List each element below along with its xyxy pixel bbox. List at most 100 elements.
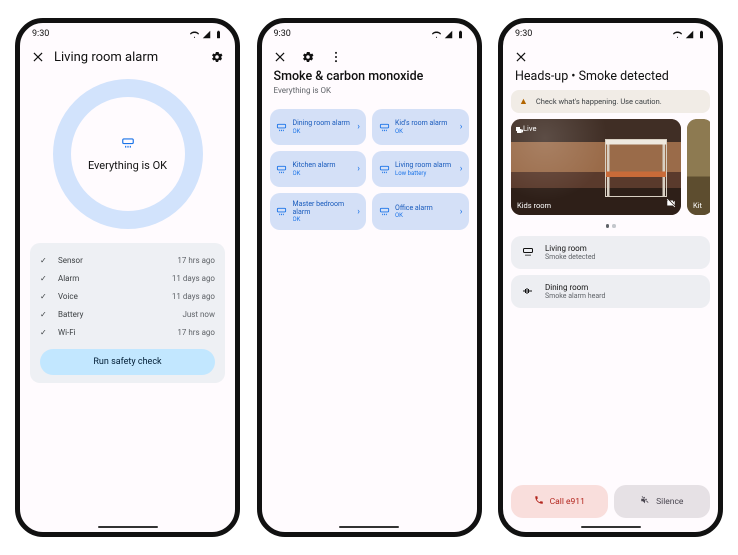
status-time: 9:30: [32, 29, 49, 39]
camera-icon: [516, 127, 520, 131]
wifi-icon: [673, 30, 682, 39]
alarm-status: OK: [293, 170, 353, 177]
check-icon: ✓: [40, 256, 50, 265]
page-heading: Smoke & carbon monoxide Everything is OK: [262, 69, 477, 101]
alarm-device-icon: [276, 164, 288, 175]
camera-tile[interactable]: Live Kids room: [511, 119, 681, 215]
alarm-device-icon: [276, 122, 288, 133]
more-icon[interactable]: [328, 49, 344, 65]
warning-icon: ▲: [519, 96, 528, 107]
status-text: Everything is OK: [88, 159, 167, 172]
battery-icon: [214, 30, 223, 39]
home-indicator[interactable]: [98, 526, 158, 528]
alarm-grid: Dining room alarmOK › Kid's room alarmOK…: [262, 101, 477, 238]
checks-card: ✓ Sensor 17 hrs ago ✓Alarm 11 days ago ✓ V…: [30, 243, 225, 383]
close-icon[interactable]: [513, 49, 529, 65]
chevron-right-icon: ›: [357, 164, 360, 174]
home-indicator[interactable]: [581, 526, 641, 528]
check-row: ✓Battery Just now: [40, 305, 215, 323]
check-label: Voice: [58, 292, 78, 301]
status-bar: 9:30: [20, 23, 235, 45]
detection-status: Smoke detected: [545, 253, 596, 261]
pager-dots[interactable]: [511, 224, 710, 228]
check-row: ✓ Voice 11 days ago: [40, 287, 215, 305]
camera-tile-peek[interactable]: Kit: [687, 119, 710, 215]
alarm-name: Kitchen alarm: [293, 161, 353, 169]
close-icon[interactable]: [272, 49, 288, 65]
status-icons: [673, 30, 706, 39]
header: [262, 45, 477, 69]
header: [503, 45, 718, 69]
alarm-name: Dining room alarm: [293, 119, 353, 127]
chevron-right-icon: ›: [460, 122, 463, 132]
alarm-device-icon: [521, 246, 535, 258]
check-icon: ✓: [40, 328, 50, 337]
camera-row[interactable]: Live Kids room Kit: [511, 119, 710, 215]
body: ▲ Check what's happening. Use caution. L…: [503, 90, 718, 532]
chevron-right-icon: ›: [460, 207, 463, 217]
phone-icon: [534, 495, 544, 508]
check-label: Battery: [58, 310, 83, 319]
check-time: 17 hrs ago: [177, 256, 215, 265]
alarm-name: Kid's room alarm: [395, 119, 455, 127]
camera-room-label: Kids room: [517, 201, 551, 210]
settings-icon[interactable]: [209, 49, 225, 65]
alarm-status: OK: [293, 216, 353, 223]
wifi-icon: [190, 30, 199, 39]
live-label: Live: [523, 124, 536, 133]
wifi-icon: [432, 30, 441, 39]
alarm-name: Office alarm: [395, 204, 455, 212]
status-circle: Everything is OK: [53, 79, 203, 229]
warning-banner: ▲ Check what's happening. Use caution.: [511, 90, 710, 113]
home-indicator[interactable]: [339, 526, 399, 528]
detection-card[interactable]: Dining room Smoke alarm heard: [511, 275, 710, 308]
action-row: Call e911 Silence: [511, 485, 710, 532]
close-icon[interactable]: [30, 49, 46, 65]
pager-dot[interactable]: [612, 224, 616, 228]
detection-room: Dining room: [545, 283, 605, 292]
page-title: Heads-up • Smoke detected: [515, 69, 706, 84]
status-bar: 9:30: [262, 23, 477, 45]
alarm-card[interactable]: Living room alarmLow battery ›: [372, 151, 469, 187]
alarm-device-icon: [378, 206, 390, 217]
battery-icon: [697, 30, 706, 39]
camera-off-icon: [666, 198, 676, 210]
alarm-device-icon: [276, 206, 288, 217]
check-icon: ✓: [40, 292, 50, 301]
signal-icon: [444, 30, 453, 39]
check-time: 17 hrs ago: [177, 328, 215, 337]
run-safety-check-button[interactable]: Run safety check: [40, 349, 215, 375]
page-title: Living room alarm: [54, 50, 201, 65]
chevron-right-icon: ›: [357, 207, 360, 217]
page-subtitle: Everything is OK: [274, 86, 465, 95]
live-badge: Live: [516, 124, 536, 133]
check-icon: ✓: [40, 274, 50, 283]
mute-icon: [640, 495, 650, 508]
alarm-card[interactable]: Dining room alarmOK ›: [270, 109, 367, 145]
detection-card[interactable]: Living room Smoke detected: [511, 236, 710, 269]
alarm-name: Master bedroom alarm: [293, 200, 353, 216]
call-e911-button[interactable]: Call e911: [511, 485, 608, 518]
alarm-card[interactable]: Kitchen alarmOK ›: [270, 151, 367, 187]
check-label: Sensor: [58, 256, 83, 265]
alarm-card[interactable]: Master bedroom alarmOK ›: [270, 193, 367, 230]
alarm-device-icon: [121, 136, 135, 153]
alarm-card[interactable]: Office alarmOK ›: [372, 193, 469, 230]
settings-icon[interactable]: [300, 49, 316, 65]
check-row: ✓ Sensor 17 hrs ago: [40, 251, 215, 269]
check-row: ✓Alarm 11 days ago: [40, 269, 215, 287]
alarm-card[interactable]: Kid's room alarmOK ›: [372, 109, 469, 145]
warning-text: Check what's happening. Use caution.: [536, 97, 662, 106]
check-time: Just now: [182, 310, 215, 319]
camera-room-label: Kit: [693, 201, 702, 210]
signal-icon: [202, 30, 211, 39]
check-time: 11 days ago: [172, 292, 215, 301]
battery-icon: [456, 30, 465, 39]
check-label: Wi-Fi: [58, 328, 76, 337]
pager-dot[interactable]: [606, 224, 610, 228]
header: Living room alarm: [20, 45, 235, 69]
status-icons: [190, 30, 223, 39]
phone-living-room-alarm: 9:30 Living room alarm Everything is OK …: [15, 18, 240, 537]
check-row: ✓ Wi-Fi 17 hrs ago: [40, 323, 215, 341]
silence-button[interactable]: Silence: [614, 485, 711, 518]
